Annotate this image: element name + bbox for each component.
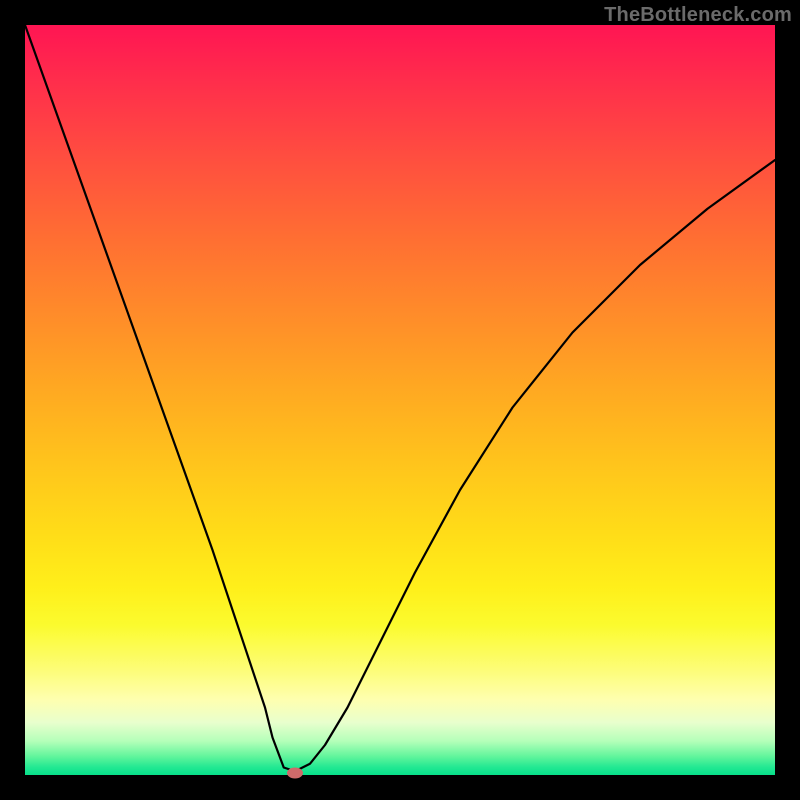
watermark-text: TheBottleneck.com bbox=[604, 4, 792, 27]
chart-frame: TheBottleneck.com bbox=[0, 0, 800, 800]
plot-area bbox=[25, 25, 775, 775]
optimum-marker bbox=[287, 767, 303, 778]
curve-svg bbox=[25, 25, 775, 775]
bottleneck-curve bbox=[25, 25, 775, 771]
